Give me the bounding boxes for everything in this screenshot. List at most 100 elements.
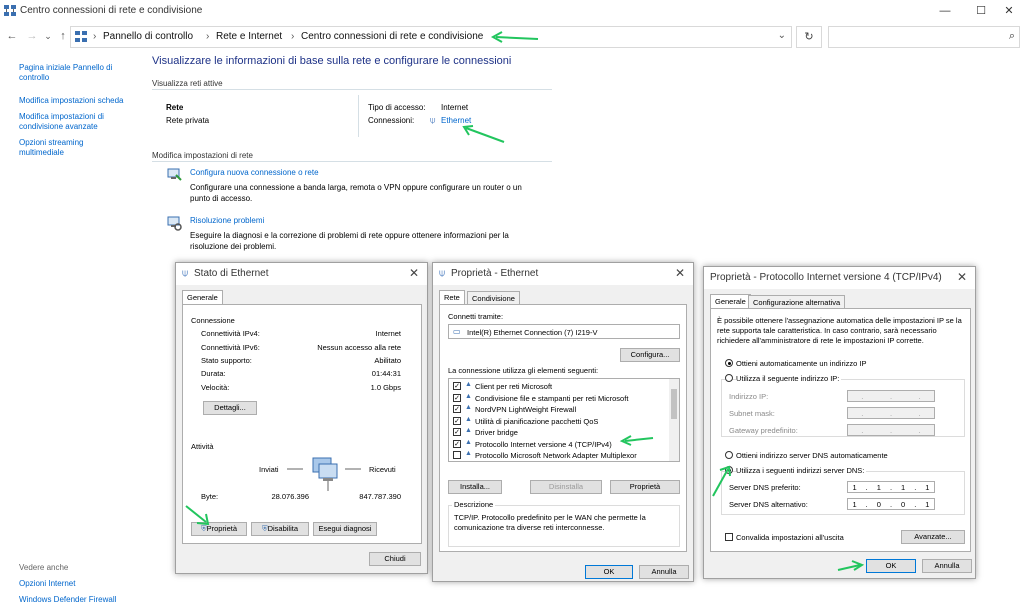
ip-manual-label: Utilizza il seguente indirizzo IP:: [736, 374, 842, 383]
uninstall-button[interactable]: Disinstalla: [530, 480, 602, 494]
details-button[interactable]: Dettagli...: [203, 401, 257, 415]
bytes-sent: 28.076.396: [271, 492, 309, 501]
network-center-icon: [4, 5, 16, 16]
component-checkbox[interactable]: ✓: [453, 428, 461, 436]
component-label: NordVPN LightWeight Firewall: [475, 405, 577, 414]
status-value: Abilitato: [374, 356, 401, 365]
sidebar-item-sharing-settings[interactable]: Modifica impostazioni di condivisione av…: [19, 112, 129, 132]
refresh-button[interactable]: ↻: [796, 26, 822, 48]
scrollbar-thumb[interactable]: [671, 389, 677, 419]
gateway-field[interactable]: ...: [847, 424, 935, 436]
dialog-title-bar: ⍦ Stato di Ethernet ✕: [176, 263, 427, 285]
address-dropdown-icon[interactable]: ⌄: [778, 30, 786, 41]
dialog-title: Stato di Ethernet: [194, 268, 269, 279]
ok-button[interactable]: OK: [866, 559, 916, 573]
sidebar-item-adapter-settings[interactable]: Modifica impostazioni scheda: [19, 96, 129, 106]
close-icon[interactable]: ✕: [957, 270, 967, 284]
properties-button[interactable]: Proprietà: [610, 480, 680, 494]
maximize-button[interactable]: ☐: [966, 2, 996, 20]
cancel-button[interactable]: Annulla: [639, 565, 689, 579]
breadcrumb-control-panel[interactable]: Pannello di controllo: [103, 31, 193, 42]
see-also-heading: Vedere anche: [19, 563, 69, 572]
network-component-icon: ▲: [465, 450, 472, 457]
component-checkbox[interactable]: ✓: [453, 393, 461, 402]
disable-button[interactable]: ⛨Disabilita: [251, 522, 309, 536]
ip-auto-radio[interactable]: [725, 359, 733, 367]
component-list-item[interactable]: ▲ Protocollo Microsoft Network Adapter Mu…: [449, 450, 669, 461]
sidebar-item-control-panel-home[interactable]: Pagina iniziale Pannello di controllo: [19, 63, 129, 83]
ethernet-icon: ⍦: [430, 115, 436, 125]
recent-locations-icon[interactable]: ⌄: [40, 28, 56, 44]
sidebar-item-internet-options[interactable]: Opzioni Internet: [19, 579, 129, 589]
component-list-item[interactable]: ✓ ▲ Protocollo Internet versione 4 (TCP/IP…: [449, 439, 669, 450]
gateway-label: Gateway predefinito:: [729, 426, 798, 435]
sidebar-item-firewall[interactable]: Windows Defender Firewall: [19, 595, 129, 605]
access-type-label: Tipo di accesso:: [368, 103, 426, 112]
tab-sharing[interactable]: Condivisione: [467, 291, 520, 304]
advanced-button[interactable]: Avanzate...: [901, 530, 965, 544]
status-value: 01:44:31: [371, 369, 401, 378]
troubleshoot-link[interactable]: Risoluzione problemi: [190, 216, 264, 225]
ok-button[interactable]: OK: [585, 565, 633, 579]
validate-checkbox[interactable]: [725, 533, 733, 541]
tab-alternate-config[interactable]: Configurazione alternativa: [748, 295, 846, 308]
close-dialog-button[interactable]: Chiudi: [369, 552, 421, 566]
ip-address-field[interactable]: ...: [847, 390, 935, 402]
component-list-item[interactable]: ✓ ▲ NordVPN LightWeight Firewall: [449, 404, 669, 415]
component-checkbox[interactable]: ✓: [453, 439, 461, 448]
ip-manual-radio[interactable]: [725, 374, 733, 382]
back-icon[interactable]: ←: [4, 28, 20, 44]
breadcrumb-network-internet[interactable]: Rete e Internet: [216, 31, 282, 42]
components-list[interactable]: ✓ ▲ Client per reti Microsoft ✓ ▲ Condivision…: [448, 378, 680, 462]
network-name: Rete: [166, 103, 184, 112]
description-text: TCP/IP. Protocollo predefinito per le WA…: [454, 513, 646, 532]
close-button[interactable]: ✕: [994, 2, 1024, 20]
dns-auto-radio[interactable]: [725, 451, 733, 459]
component-checkbox[interactable]: ✓: [453, 405, 461, 413]
dns-preferred-field[interactable]: 1. 1. 1. 1: [847, 481, 935, 493]
component-checkbox[interactable]: ✓: [453, 416, 461, 425]
component-list-item[interactable]: ✓ ▲ Utilità di pianificazione pacchetti Qo…: [449, 416, 669, 427]
forward-icon[interactable]: →: [24, 28, 40, 44]
address-row: ← → ⌄ ↑ › Pannello di controllo › Rete e…: [0, 22, 1024, 50]
status-label: Connettività IPv4:: [201, 329, 260, 338]
divider: [152, 89, 552, 90]
dns-alternate-field[interactable]: 1. 0. 0. 1: [847, 498, 935, 510]
network-component-icon: ▲: [465, 404, 472, 411]
ethernet-link[interactable]: Ethernet: [441, 116, 471, 125]
ethernet-status-dialog: ⍦ Stato di Ethernet ✕ Generale Connessio…: [175, 262, 428, 574]
component-checkbox[interactable]: ✓: [453, 382, 461, 390]
up-icon[interactable]: ↑: [55, 28, 71, 44]
subnet-field[interactable]: ...: [847, 407, 935, 419]
search-input[interactable]: ⌕: [828, 26, 1020, 48]
setup-connection-link[interactable]: Configura nuova connessione o rete: [190, 168, 319, 177]
properties-button[interactable]: ⛨Proprietà: [191, 522, 247, 536]
connection-header: Connessione: [191, 316, 235, 325]
dns-manual-radio[interactable]: [725, 466, 733, 474]
annotation-arrow: [837, 560, 865, 571]
cancel-button[interactable]: Annulla: [922, 559, 972, 573]
button-label: Disabilita: [267, 524, 299, 533]
scrollbar[interactable]: [669, 379, 679, 461]
connect-using-label: Connetti tramite:: [448, 312, 504, 321]
install-button[interactable]: Installa...: [448, 480, 502, 494]
network-component-icon: ▲: [465, 438, 472, 446]
address-bar[interactable]: › Pannello di controllo › Rete e Interne…: [70, 26, 792, 48]
ip-auto-label: Ottieni automaticamente un indirizzo IP: [736, 359, 867, 368]
component-list-item[interactable]: ✓ ▲ Driver bridge: [449, 427, 669, 438]
tab-network[interactable]: Rete: [439, 290, 465, 304]
minimize-button[interactable]: —: [930, 2, 960, 20]
breadcrumb-network-center[interactable]: Centro connessioni di rete e condivision…: [301, 31, 483, 42]
close-icon[interactable]: ✕: [675, 266, 685, 280]
component-list-item[interactable]: ✓ ▲ Condivisione file e stampanti per reti…: [449, 393, 669, 404]
diagnose-button[interactable]: Esegui diagnosi: [313, 522, 377, 536]
configure-button[interactable]: Configura...: [620, 348, 680, 362]
network-component-icon: ▲: [465, 381, 472, 388]
tab-general[interactable]: Generale: [710, 294, 751, 308]
component-list-item[interactable]: ✓ ▲ Client per reti Microsoft: [449, 381, 669, 392]
close-icon[interactable]: ✕: [409, 266, 419, 280]
sidebar-item-streaming[interactable]: Opzioni streaming multimediale: [19, 138, 129, 158]
component-checkbox[interactable]: [453, 451, 461, 459]
tab-general[interactable]: Generale: [182, 290, 223, 304]
component-label: Protocollo Microsoft Network Adapter Mul…: [475, 451, 637, 460]
